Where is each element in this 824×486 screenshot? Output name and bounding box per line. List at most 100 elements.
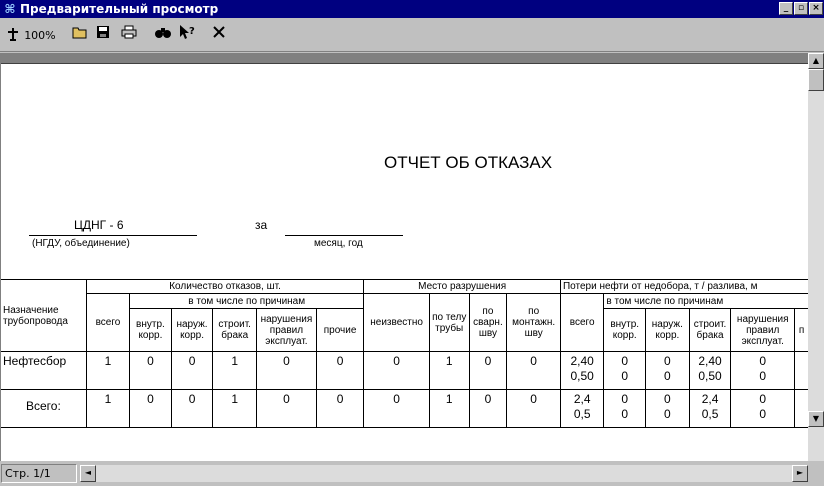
cell-loss-operation: 00	[730, 351, 796, 390]
cell-loss-build: 2,4 0,5	[688, 389, 732, 428]
cell-weld-seam: 0	[468, 351, 508, 390]
preview-viewport[interactable]: ОТЧЕТ ОБ ОТКАЗАХ ЦДНГ - 6 (НГДУ, объедин…	[0, 53, 808, 461]
col-operation-violation-header: нарушения правил эксплуат.	[256, 308, 317, 352]
col-weld-seam-header: по сварн. шву	[468, 293, 508, 352]
scroll-up-button[interactable]: ▲	[808, 53, 824, 69]
cell-loss-external: 00	[645, 351, 690, 390]
cell-external-corr: 0	[170, 389, 214, 428]
cell-unknown: 0	[363, 389, 430, 428]
col-other-header: прочие	[315, 308, 365, 352]
page-top-border	[1, 54, 808, 64]
table-row: Всего: 1 0 0 1 0 0 0 1 0 0 2,4 0,5 00 00 …	[1, 389, 808, 428]
cell-loss-internal: 00	[603, 351, 647, 390]
col-loss-total-header: всего	[559, 293, 605, 352]
table-row: Нефтесбор 1 0 0 1 0 0 0 1 0 0 2,40 0,50 0…	[1, 351, 808, 390]
app-icon: ⌘	[4, 2, 16, 16]
org-underline	[29, 235, 197, 236]
close-icon	[212, 26, 226, 42]
vertical-scrollbar[interactable]: ▲ ▼	[808, 53, 824, 461]
zoom-icon	[6, 28, 24, 42]
cell-other: 0	[315, 389, 365, 428]
cell-pipe-body: 1	[428, 389, 470, 428]
scroll-left-button[interactable]: ◄	[80, 465, 96, 482]
context-help-button[interactable]: ?	[176, 24, 198, 46]
scroll-down-button[interactable]: ▼	[808, 411, 824, 427]
period-label: за	[255, 218, 268, 232]
status-bar: Стр. 1/1 ◄ ►	[0, 461, 824, 486]
save-button[interactable]	[93, 24, 113, 46]
print-button[interactable]	[118, 24, 140, 46]
cell-other: 0	[315, 351, 365, 390]
print-icon	[121, 25, 137, 42]
cell-cut	[794, 351, 808, 390]
org-value: ЦДНГ - 6	[74, 218, 124, 232]
cell-total: 1	[85, 351, 131, 390]
context-help-icon: ?	[178, 25, 196, 43]
row-name: Нефтесбор	[1, 351, 87, 390]
close-window-button[interactable]: ×	[809, 2, 823, 15]
cell-internal-corr: 0	[129, 351, 172, 390]
minimize-button[interactable]: _	[779, 2, 793, 15]
toolbar: 100% ?	[0, 18, 824, 52]
col-assembly-seam-header: по монтажн. шву	[506, 293, 561, 352]
cell-loss-build: 2,40 0,50	[688, 351, 732, 390]
arrow-right-icon: ►	[796, 468, 804, 477]
cell-cut	[794, 389, 808, 428]
col-total-header: всего	[85, 293, 131, 352]
find-button[interactable]	[152, 24, 174, 46]
col-loss-operation-header: нарушения правил эксплуат.	[730, 308, 796, 352]
svg-text:?: ?	[189, 26, 195, 37]
col-loss-internal-header: внутр. корр.	[603, 308, 647, 352]
close-preview-button[interactable]	[208, 24, 230, 46]
zoom-button[interactable]: 100%	[5, 24, 57, 46]
col-external-corr-header: наруж. корр.	[170, 308, 214, 352]
cell-loss-external: 00	[645, 389, 690, 428]
cell-internal-corr: 0	[129, 389, 172, 428]
cell-loss-internal: 00	[603, 389, 647, 428]
report-title: ОТЧЕТ ОБ ОТКАЗАХ	[384, 153, 553, 172]
maximize-button[interactable]: ▫	[794, 2, 808, 15]
scroll-right-button[interactable]: ►	[792, 465, 808, 482]
row-name: Всего:	[1, 389, 87, 428]
title-bar: ⌘ Предварительный просмотр _ ▫ ×	[0, 0, 824, 18]
cell-assembly-seam: 0	[506, 351, 561, 390]
page-indicator: Стр. 1/1	[1, 464, 77, 483]
cell-weld-seam: 0	[468, 389, 508, 428]
arrow-up-icon: ▲	[812, 56, 820, 65]
arrow-left-icon: ◄	[84, 468, 92, 477]
subgroup-loss-causes-header: в том числе по причинам	[603, 293, 808, 309]
cell-operation-violation: 0	[256, 351, 317, 390]
arrow-down-icon: ▼	[812, 414, 820, 423]
open-folder-icon	[72, 27, 88, 42]
cell-pipe-body: 1	[428, 351, 470, 390]
horizontal-scrollbar[interactable]: ◄ ►	[80, 465, 808, 482]
open-button[interactable]	[69, 24, 91, 46]
cell-external-corr: 0	[170, 351, 214, 390]
cell-loss-total: 2,40 0,50	[559, 351, 605, 390]
period-underline	[285, 235, 403, 236]
cell-total: 1	[85, 389, 131, 428]
failures-table: Назначение трубопровода Количество отказ…	[1, 279, 808, 428]
period-caption: месяц, год	[314, 238, 363, 249]
col-pipe-body-header: по телу трубы	[428, 293, 470, 352]
cell-build-defect: 1	[212, 389, 258, 428]
cell-unknown: 0	[363, 351, 430, 390]
cell-loss-total: 2,4 0,5	[559, 389, 605, 428]
col-build-defect-header: строит. брака	[212, 308, 258, 352]
find-icon	[154, 28, 172, 42]
vertical-scroll-thumb[interactable]	[808, 69, 824, 91]
col-cut-header: п	[794, 308, 808, 352]
subgroup-causes-header: в том числе по причинам	[129, 293, 365, 309]
zoom-level: 100%	[24, 29, 56, 42]
col-internal-corr-header: внутр. корр.	[129, 308, 172, 352]
cell-loss-operation: 00	[730, 389, 796, 428]
col-loss-build-header: строит. брака	[688, 308, 732, 352]
org-caption: (НГДУ, объединение)	[32, 238, 130, 249]
report-page: ОТЧЕТ ОБ ОТКАЗАХ ЦДНГ - 6 (НГДУ, объедин…	[1, 64, 808, 461]
group-location-header: Место разрушения	[363, 279, 561, 294]
cell-build-defect: 1	[212, 351, 258, 390]
group-failures-header: Количество отказов, шт.	[85, 279, 365, 294]
col-loss-external-header: наруж. корр.	[645, 308, 690, 352]
cell-operation-violation: 0	[256, 389, 317, 428]
col-unknown-header: неизвестно	[363, 293, 430, 352]
